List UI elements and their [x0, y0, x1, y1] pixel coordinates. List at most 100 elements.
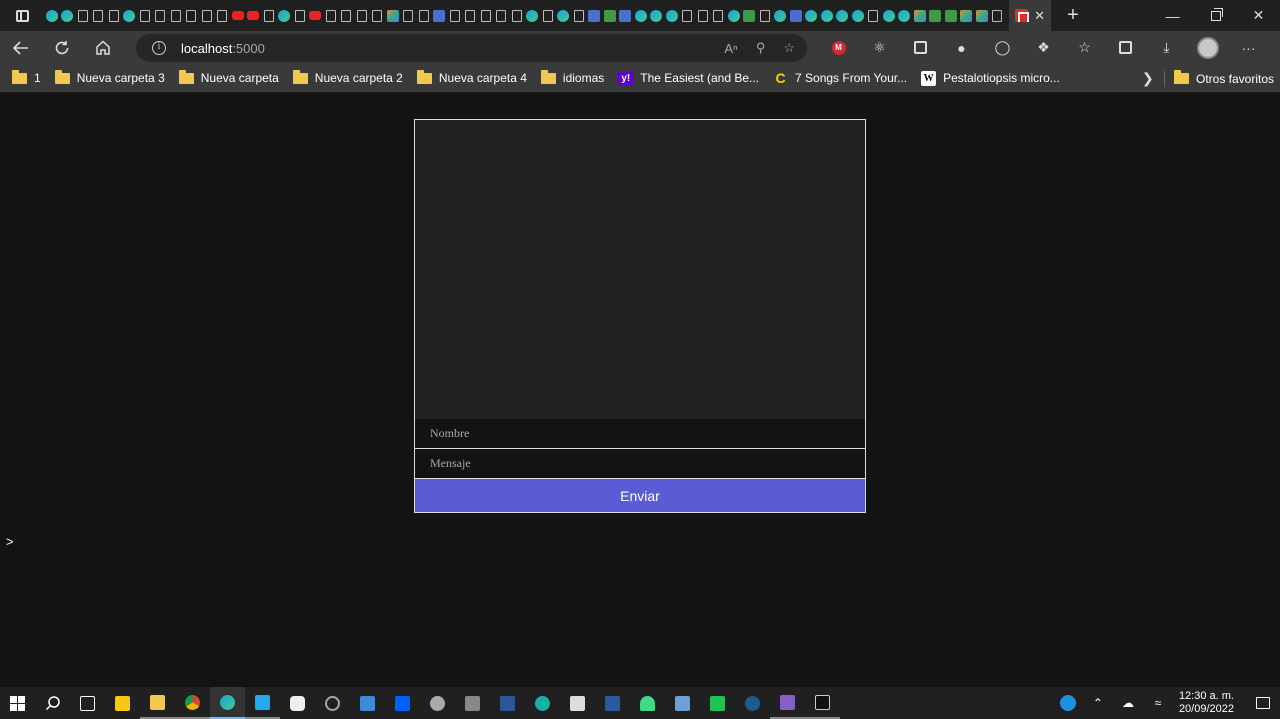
- pinned-tab[interactable]: [850, 0, 866, 31]
- visual-studio-app[interactable]: [770, 687, 805, 719]
- network-button[interactable]: ≈: [1143, 687, 1173, 719]
- search-app[interactable]: [315, 687, 350, 719]
- pinned-tab[interactable]: [122, 0, 138, 31]
- bookmark-item[interactable]: W Pestalotiopsis micro...: [921, 64, 1060, 93]
- pinned-tab[interactable]: [168, 0, 184, 31]
- start-button[interactable]: [0, 687, 35, 719]
- pinned-tab[interactable]: [370, 0, 386, 31]
- dbeaver-app[interactable]: [700, 687, 735, 719]
- bookmark-item[interactable]: Nueva carpeta: [178, 64, 279, 93]
- pinned-tab[interactable]: [230, 0, 246, 31]
- message-input[interactable]: [430, 456, 865, 471]
- pinned-tab[interactable]: [711, 0, 727, 31]
- pinned-tab[interactable]: [75, 0, 91, 31]
- pinned-tab[interactable]: [788, 0, 804, 31]
- pinned-tab[interactable]: [277, 0, 293, 31]
- pinned-tab[interactable]: [447, 0, 463, 31]
- sticky-notes-app[interactable]: [105, 687, 140, 719]
- active-tab[interactable]: ✕: [1009, 0, 1051, 31]
- pinned-tab[interactable]: [602, 0, 618, 31]
- word-app[interactable]: [490, 687, 525, 719]
- pinned-tab[interactable]: [556, 0, 572, 31]
- pinned-tab[interactable]: [571, 0, 587, 31]
- pinned-tab[interactable]: [618, 0, 634, 31]
- pinned-tab[interactable]: [153, 0, 169, 31]
- pinned-tab[interactable]: [463, 0, 479, 31]
- dropbox-app[interactable]: [385, 687, 420, 719]
- profile-button[interactable]: [1187, 31, 1228, 64]
- pinned-tab[interactable]: [137, 0, 153, 31]
- pinned-tab[interactable]: [959, 0, 975, 31]
- notifications-button[interactable]: [1246, 687, 1280, 719]
- new-tab-button[interactable]: +: [1057, 0, 1089, 31]
- pinned-tab[interactable]: [494, 0, 510, 31]
- edge-app[interactable]: [210, 687, 245, 719]
- pinned-tab[interactable]: [432, 0, 448, 31]
- pinned-tab[interactable]: [261, 0, 277, 31]
- zoom-icon[interactable]: ⚲: [756, 40, 766, 56]
- onedrive-button[interactable]: ☁: [1113, 687, 1143, 719]
- pinned-tab[interactable]: [246, 0, 262, 31]
- pinned-tab[interactable]: [215, 0, 231, 31]
- powershell-app[interactable]: [595, 687, 630, 719]
- pinned-tab[interactable]: [990, 0, 1006, 31]
- pinned-tab[interactable]: [478, 0, 494, 31]
- android-studio-app[interactable]: [630, 687, 665, 719]
- bookmark-item[interactable]: Nueva carpeta 4: [416, 64, 527, 93]
- pinned-tab[interactable]: [587, 0, 603, 31]
- remote-desktop-app[interactable]: [350, 687, 385, 719]
- pinned-tab[interactable]: [835, 0, 851, 31]
- bookmark-item[interactable]: Nueva carpeta 3: [54, 64, 165, 93]
- more-bookmarks-chevron-icon[interactable]: ❯: [1142, 64, 1154, 93]
- collections-extension-button[interactable]: [900, 31, 941, 64]
- pinned-tab[interactable]: [974, 0, 990, 31]
- bookmark-item[interactable]: y! The Easiest (and Be...: [618, 64, 759, 93]
- pinned-tab[interactable]: [184, 0, 200, 31]
- url-text[interactable]: localhost:5000: [181, 41, 265, 56]
- pinned-tab[interactable]: [385, 0, 401, 31]
- pinned-tab[interactable]: [943, 0, 959, 31]
- favorites-button[interactable]: ☆: [1064, 31, 1105, 64]
- inbox-app[interactable]: [665, 687, 700, 719]
- pinned-tab[interactable]: [819, 0, 835, 31]
- pinned-tab[interactable]: [91, 0, 107, 31]
- settings-menu-button[interactable]: ···: [1228, 31, 1269, 64]
- file-explorer-app[interactable]: [140, 687, 175, 719]
- tab-actions-button[interactable]: [0, 0, 44, 31]
- refresh-button[interactable]: [41, 31, 82, 64]
- teal-app[interactable]: [525, 687, 560, 719]
- home-button[interactable]: [82, 31, 123, 64]
- back-button[interactable]: [0, 31, 41, 64]
- pinned-tab[interactable]: [726, 0, 742, 31]
- close-window-button[interactable]: ✕: [1237, 0, 1280, 31]
- address-bar[interactable]: localhost:5000 Aⁿ ⚲ ☆: [136, 34, 807, 62]
- read-aloud-icon[interactable]: Aⁿ: [724, 41, 737, 56]
- bookmark-item[interactable]: Nueva carpeta 2: [292, 64, 403, 93]
- library-app[interactable]: [560, 687, 595, 719]
- chrome-app[interactable]: [175, 687, 210, 719]
- minimize-button[interactable]: —: [1151, 0, 1194, 31]
- pinned-tab[interactable]: [292, 0, 308, 31]
- pinned-tab[interactable]: [308, 0, 324, 31]
- send-button[interactable]: Enviar: [415, 479, 865, 512]
- show-hidden-icons-button[interactable]: ⌃: [1083, 687, 1113, 719]
- terminal-app[interactable]: [805, 687, 840, 719]
- message-field[interactable]: [415, 449, 865, 479]
- pinned-tab[interactable]: [928, 0, 944, 31]
- bookmark-item[interactable]: idiomas: [540, 64, 604, 93]
- pinned-tab[interactable]: [540, 0, 556, 31]
- pinned-tab[interactable]: [912, 0, 928, 31]
- name-field[interactable]: [415, 419, 865, 449]
- pinned-tab[interactable]: [881, 0, 897, 31]
- downloads-button[interactable]: ⤓: [1146, 31, 1187, 64]
- close-tab-icon[interactable]: ✕: [1034, 8, 1045, 24]
- pinned-tab[interactable]: [757, 0, 773, 31]
- vscode-app[interactable]: [245, 687, 280, 719]
- security-app[interactable]: [280, 687, 315, 719]
- task-view-button[interactable]: [70, 687, 105, 719]
- pinned-tab[interactable]: [401, 0, 417, 31]
- name-input[interactable]: [430, 426, 865, 441]
- pinned-tab[interactable]: [339, 0, 355, 31]
- site-info-icon[interactable]: [152, 41, 166, 55]
- pinned-tab[interactable]: [199, 0, 215, 31]
